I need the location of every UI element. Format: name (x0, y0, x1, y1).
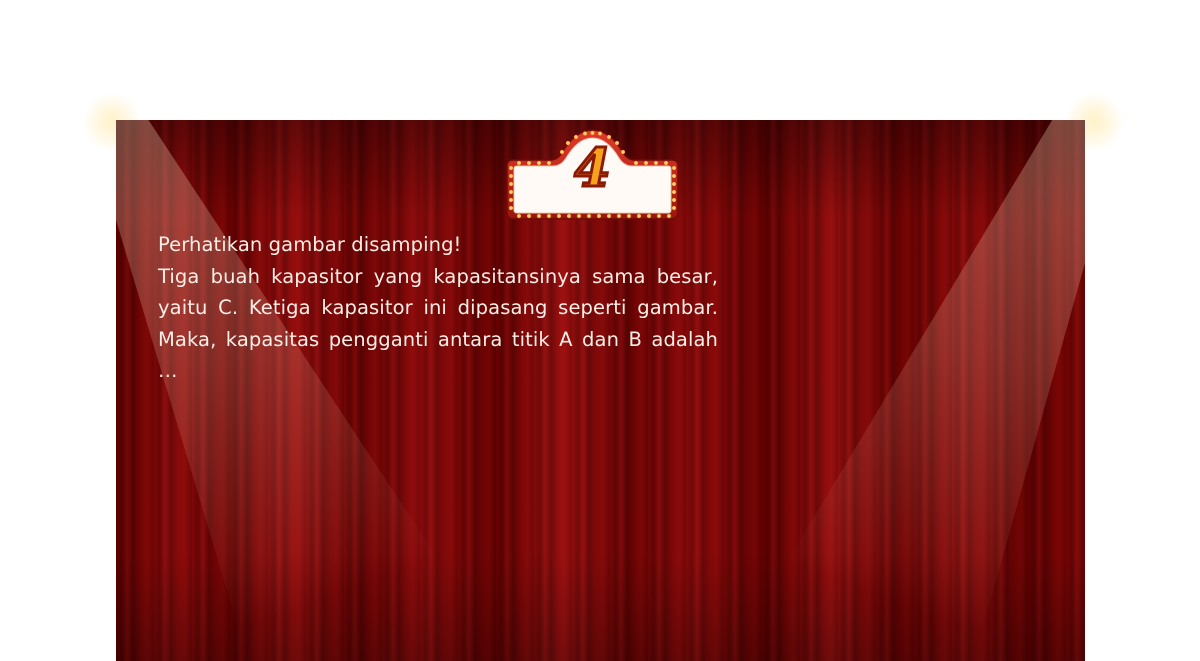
slide-page: 4 Perhatikan gambar disamping! Tiga buah… (0, 0, 1200, 661)
question-intro: Perhatikan gambar disamping! (158, 233, 462, 256)
marquee-sign: 4 (505, 128, 680, 221)
question-body: Tiga buah kapasitor yang kapasitansinya … (158, 264, 718, 383)
question-number: 4 (573, 137, 612, 201)
question-text: Perhatikan gambar disamping! Tiga buah k… (158, 229, 718, 387)
